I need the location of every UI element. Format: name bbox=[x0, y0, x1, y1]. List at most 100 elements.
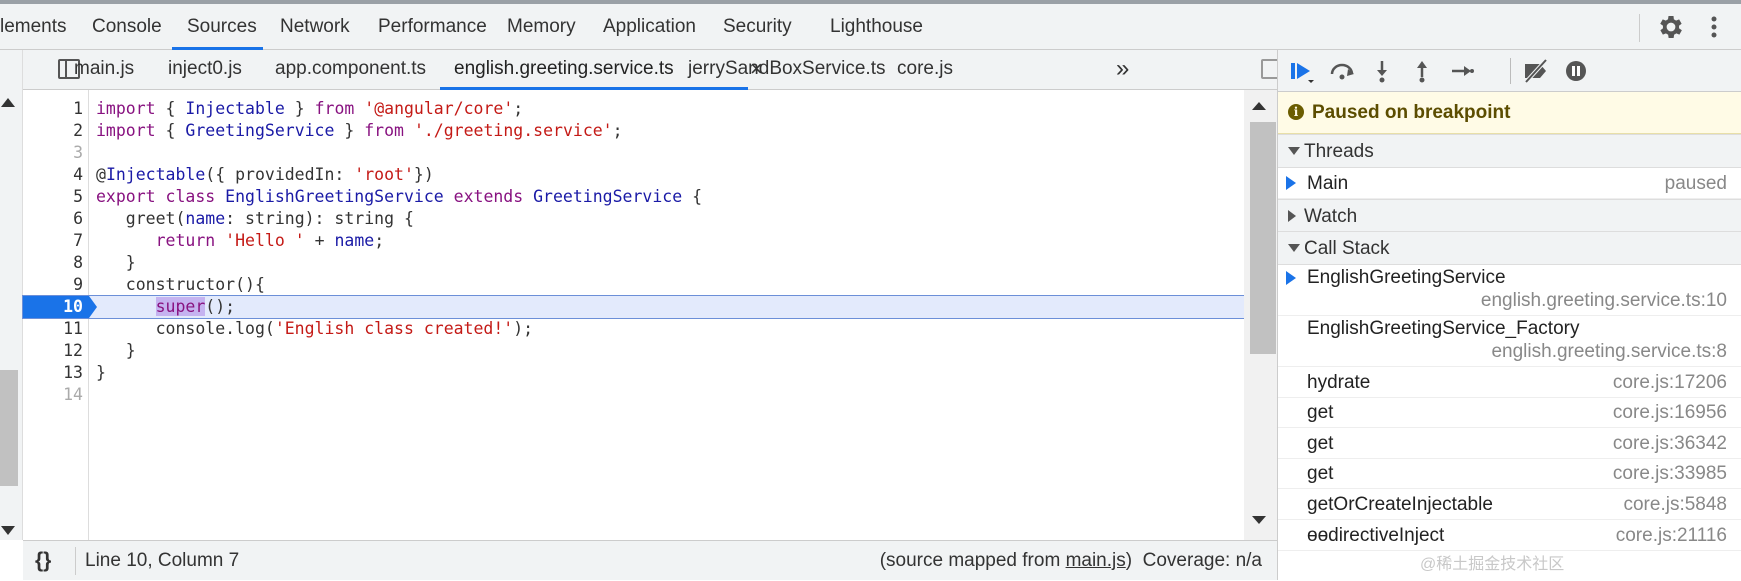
code-line[interactable]: 2 import { GreetingService } from './gree… bbox=[23, 120, 1244, 142]
code-line[interactable]: 3 bbox=[23, 142, 1244, 164]
scroll-up-icon[interactable] bbox=[1252, 102, 1266, 110]
callstack-section-header[interactable]: Call Stack bbox=[1278, 231, 1741, 265]
call-frame-row[interactable]: EnglishGreetingService_Factory english.g… bbox=[1278, 316, 1741, 367]
editor-scrollbar[interactable] bbox=[1244, 90, 1277, 540]
deactivate-breakpoints-icon[interactable] bbox=[1522, 58, 1550, 84]
editor-status-bar: {} Line 10, Column 7 (source mapped from… bbox=[23, 540, 1277, 580]
devtools-panel-tabbar: lements Console Sources Network Performa… bbox=[0, 0, 1741, 50]
tab-elements[interactable]: lements bbox=[0, 4, 67, 50]
call-frame-location[interactable]: core.js:5848 bbox=[1623, 489, 1727, 520]
code-line[interactable]: 5 export class EnglishGreetingService ext… bbox=[23, 186, 1244, 208]
threads-section-header[interactable]: Threads bbox=[1278, 134, 1741, 168]
line-number[interactable]: 3 bbox=[23, 142, 83, 164]
line-number[interactable]: 12 bbox=[23, 340, 83, 362]
tab-memory[interactable]: Memory bbox=[507, 4, 576, 50]
current-thread-arrow-icon bbox=[1286, 176, 1298, 190]
call-frame-row[interactable]: get core.js:33985 bbox=[1278, 459, 1741, 489]
tab-network[interactable]: Network bbox=[280, 4, 350, 50]
line-number[interactable]: 13 bbox=[23, 362, 83, 384]
line-number[interactable]: 9 bbox=[23, 274, 83, 296]
line-number[interactable]: 6 bbox=[23, 208, 83, 230]
pause-on-exceptions-icon[interactable] bbox=[1562, 58, 1590, 84]
line-number[interactable]: 8 bbox=[23, 252, 83, 274]
pretty-print-button[interactable]: {} bbox=[35, 541, 51, 581]
call-frame-row[interactable]: getOrCreateInjectable core.js:5848 bbox=[1278, 489, 1741, 520]
source-map-link[interactable]: main.js bbox=[1066, 550, 1126, 571]
editor-scrollbar-thumb[interactable] bbox=[1250, 122, 1276, 354]
line-number[interactable]: 4 bbox=[23, 164, 83, 186]
file-tab-core-js[interactable]: core.js bbox=[897, 50, 953, 90]
call-frame-location[interactable]: core.js:33985 bbox=[1613, 459, 1727, 489]
current-execution-line[interactable]: 10 super(); bbox=[22, 295, 1245, 319]
code-line[interactable]: 1 import { Injectable } from '@angular/co… bbox=[23, 98, 1244, 120]
code-text: constructor(){ bbox=[96, 275, 265, 294]
more-options-icon[interactable] bbox=[1704, 12, 1724, 42]
gear-icon[interactable] bbox=[1656, 12, 1686, 42]
file-tab-main-js[interactable]: main.js bbox=[74, 50, 134, 90]
call-frame-location[interactable]: core.js:17206 bbox=[1613, 367, 1727, 398]
file-tab-app-component[interactable]: app.component.ts bbox=[275, 50, 426, 90]
call-frame-name: hydrate bbox=[1307, 372, 1371, 393]
line-number[interactable]: 7 bbox=[23, 230, 83, 252]
call-frame-location[interactable]: core.js:21116 bbox=[1616, 520, 1727, 551]
thread-state: paused bbox=[1664, 173, 1727, 194]
code-text: @Injectable({ providedIn: 'root'}) bbox=[96, 165, 434, 184]
tab-application[interactable]: Application bbox=[603, 4, 696, 50]
step-out-icon[interactable] bbox=[1408, 58, 1436, 84]
paused-banner: i Paused on breakpoint bbox=[1278, 92, 1741, 134]
tab-security[interactable]: Security bbox=[723, 4, 792, 50]
tab-sources[interactable]: Sources bbox=[172, 4, 263, 50]
code-line[interactable]: 6 greet(name: string): string { bbox=[23, 208, 1244, 230]
code-line[interactable]: 12 } bbox=[23, 340, 1244, 362]
code-line[interactable]: 13} bbox=[23, 362, 1244, 384]
more-tabs-chevron-icon[interactable]: » bbox=[1116, 50, 1129, 90]
watch-section-header[interactable]: Watch bbox=[1278, 199, 1741, 233]
code-line[interactable]: 7 return 'Hello ' + name; bbox=[23, 230, 1244, 252]
code-text: } bbox=[96, 253, 136, 272]
collapsed-triangle-icon bbox=[1288, 210, 1296, 222]
line-number[interactable]: 1 bbox=[23, 98, 83, 120]
call-frame-location[interactable]: core.js:16956 bbox=[1613, 398, 1727, 428]
tab-console[interactable]: Console bbox=[92, 4, 162, 50]
call-frame-location[interactable]: english.greeting.service.ts:8 bbox=[1491, 341, 1727, 363]
file-tab-inject0-js[interactable]: inject0.js bbox=[168, 50, 242, 90]
call-frame-name: getOrCreateInjectable bbox=[1307, 494, 1493, 515]
line-number[interactable]: 5 bbox=[23, 186, 83, 208]
scroll-up-icon[interactable] bbox=[1, 98, 15, 107]
code-line[interactable]: 8 } bbox=[23, 252, 1244, 274]
tab-lighthouse[interactable]: Lighthouse bbox=[830, 4, 923, 50]
line-number[interactable]: 10 bbox=[23, 296, 97, 318]
scroll-down-icon[interactable] bbox=[1252, 516, 1266, 524]
code-text: export class EnglishGreetingService exte… bbox=[96, 187, 703, 206]
code-text: import { Injectable } from '@angular/cor… bbox=[96, 99, 524, 118]
step-over-icon[interactable] bbox=[1328, 58, 1356, 84]
call-frame-row[interactable]: get core.js:16956 bbox=[1278, 398, 1741, 428]
call-frame-row[interactable]: get core.js:36342 bbox=[1278, 428, 1741, 459]
call-frame-location[interactable]: english.greeting.service.ts:10 bbox=[1481, 290, 1727, 312]
call-frame-row[interactable]: ɵɵdirectiveInject core.js:21116 bbox=[1278, 520, 1741, 551]
line-number[interactable]: 11 bbox=[23, 318, 83, 340]
call-frame-row[interactable]: hydrate core.js:17206 bbox=[1278, 367, 1741, 398]
line-number[interactable]: 2 bbox=[23, 120, 83, 142]
code-line[interactable]: 14 bbox=[23, 384, 1244, 406]
call-frame-location[interactable]: core.js:36342 bbox=[1613, 428, 1727, 459]
code-line[interactable]: 4 @Injectable({ providedIn: 'root'}) bbox=[23, 164, 1244, 186]
thread-row-main[interactable]: Main paused bbox=[1278, 168, 1741, 199]
cursor-position: Line 10, Column 7 bbox=[85, 550, 240, 571]
call-frame-row[interactable]: EnglishGreetingService english.greeting.… bbox=[1278, 265, 1741, 316]
code-line[interactable]: 11 console.log('English class created!')… bbox=[23, 318, 1244, 340]
tab-performance[interactable]: Performance bbox=[378, 4, 487, 50]
step-icon[interactable] bbox=[1448, 58, 1476, 84]
file-tab-jerry-sandbox-service[interactable]: jerrySandBoxService.ts bbox=[688, 50, 885, 90]
scroll-down-icon[interactable] bbox=[1, 526, 15, 535]
resume-icon[interactable] bbox=[1288, 58, 1316, 84]
line-number[interactable]: 14 bbox=[23, 384, 83, 406]
expanded-triangle-icon bbox=[1288, 244, 1300, 252]
toolbar-divider bbox=[1639, 14, 1640, 42]
code-text: console.log('English class created!'); bbox=[96, 319, 534, 338]
code-line[interactable]: 9 constructor(){ bbox=[23, 274, 1244, 296]
step-into-icon[interactable] bbox=[1368, 58, 1396, 84]
code-editor[interactable]: 1 import { Injectable } from '@angular/co… bbox=[22, 90, 1277, 540]
navigator-scrollbar-thumb[interactable] bbox=[0, 370, 18, 486]
source-map-info: (source mapped from main.js) Coverage: n… bbox=[880, 541, 1262, 581]
